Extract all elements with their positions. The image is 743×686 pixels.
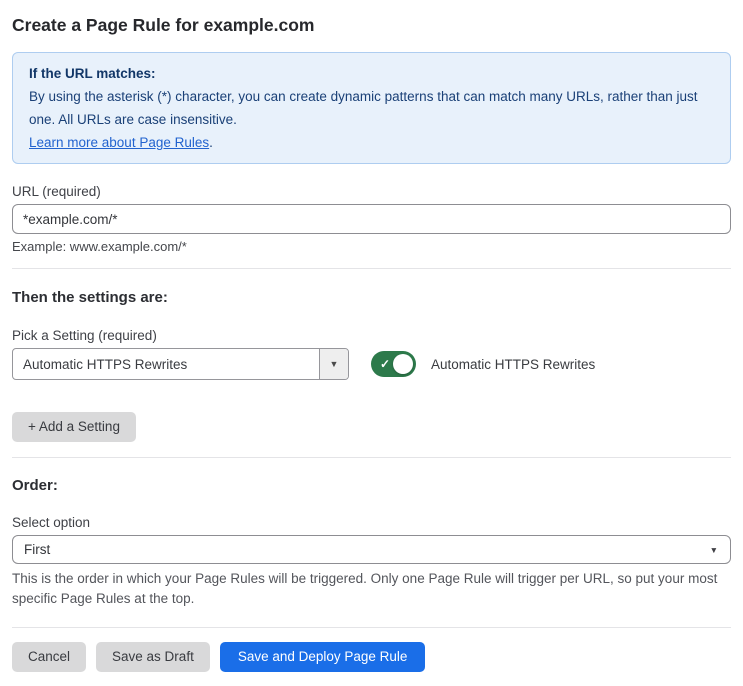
order-select-label: Select option	[12, 515, 91, 530]
cancel-button[interactable]: Cancel	[12, 642, 87, 672]
page-rule-form: Create a Page Rule for example.com If th…	[0, 14, 743, 686]
order-section-heading: Order:	[12, 477, 58, 494]
setting-toggle-label: Automatic HTTPS Rewrites	[431, 356, 596, 372]
setting-toggle[interactable]: ✓	[371, 351, 416, 377]
order-helper-text: This is the order in which your Page Rul…	[12, 571, 718, 606]
page-title: Create a Page Rule for example.com	[12, 15, 315, 35]
info-box-heading: If the URL matches:	[29, 66, 156, 81]
add-setting-button[interactable]: + Add a Setting	[12, 412, 136, 442]
settings-section-heading: Then the settings are:	[12, 289, 168, 306]
setting-select[interactable]: Automatic HTTPS Rewrites ▼	[12, 348, 349, 380]
url-field-label: URL (required)	[12, 184, 101, 199]
save-and-deploy-button[interactable]: Save and Deploy Page Rule	[219, 642, 426, 672]
toggle-knob	[393, 354, 413, 374]
footer-actions: Cancel Save as Draft Save and Deploy Pag…	[12, 642, 731, 672]
check-icon: ✓	[380, 357, 391, 371]
chevron-down-icon: ▼	[329, 359, 339, 369]
divider	[12, 457, 731, 458]
chevron-down-icon: ▼	[709, 544, 718, 555]
setting-select-value: Automatic HTTPS Rewrites	[23, 356, 188, 372]
learn-more-link[interactable]: Learn more about Page Rules	[29, 135, 209, 150]
url-input[interactable]	[12, 204, 731, 234]
save-as-draft-button[interactable]: Save as Draft	[96, 642, 210, 672]
info-box-link-line: Learn more about Page Rules.	[29, 131, 714, 154]
url-matches-info-box: If the URL matches: By using the asteris…	[12, 52, 731, 164]
setting-row: Automatic HTTPS Rewrites ▼ ✓ Automatic H…	[12, 348, 731, 380]
link-suffix: .	[209, 135, 213, 150]
order-select-value: First	[24, 542, 51, 557]
url-example-helper: Example: www.example.com/*	[12, 239, 187, 254]
pick-setting-label: Pick a Setting (required)	[12, 328, 157, 343]
divider	[12, 268, 731, 269]
divider	[12, 627, 731, 628]
order-select[interactable]: First ▼	[12, 535, 731, 564]
setting-select-arrow-button[interactable]: ▼	[319, 349, 348, 379]
info-box-body: By using the asterisk (*) character, you…	[29, 89, 698, 127]
